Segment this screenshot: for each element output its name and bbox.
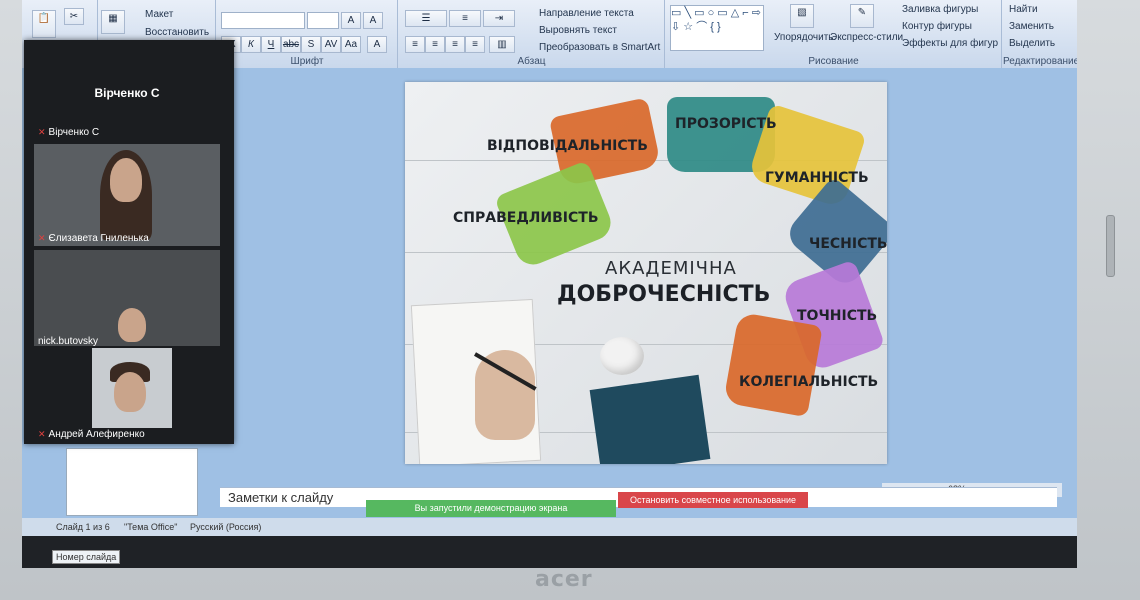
participant-name: nick.butovsky bbox=[38, 336, 99, 346]
slide-title-line2: ДОБРОЧЕСНІСТЬ bbox=[557, 282, 771, 307]
quick-styles-icon[interactable]: ✎ bbox=[850, 4, 874, 28]
slide-thumbnail[interactable] bbox=[66, 448, 198, 516]
editing-group: Найти Заменить Выделить Редактирование bbox=[1003, 0, 1077, 68]
char-spacing-button[interactable]: AV bbox=[321, 36, 341, 53]
align-text-button[interactable]: Выровнять текст bbox=[539, 25, 617, 36]
drawing-group-title: Рисование bbox=[808, 56, 859, 67]
shape-outline-button[interactable]: Контур фигуры bbox=[902, 21, 972, 32]
select-button[interactable]: Выделить bbox=[1009, 38, 1055, 49]
muted-mic-icon: ✕ bbox=[38, 233, 46, 243]
slide-canvas[interactable]: ВІДПОВІДАЛЬНІСТЬ ПРОЗОРІСТЬ ГУМАННІСТЬ Ч… bbox=[405, 82, 887, 464]
font-name-select[interactable] bbox=[221, 12, 305, 29]
smartart-button[interactable]: Преобразовать в SmartArt bbox=[539, 42, 660, 53]
new-slide-icon[interactable]: ▦ bbox=[101, 10, 125, 34]
screen-share-banner: Вы запустили демонстрацию экрана bbox=[366, 500, 616, 517]
muted-mic-icon: ✕ bbox=[38, 127, 46, 137]
muted-mic-icon: ✕ bbox=[38, 429, 46, 439]
change-case-button[interactable]: Aa bbox=[341, 36, 361, 53]
drawing-group: ▭ ╲ ▭ ○ ▭ △ ⌐ ⇨ ⇩ ☆ ⌒ { } ▧ Упорядочить … bbox=[666, 0, 1002, 68]
restore-button[interactable]: Восстановить bbox=[145, 27, 209, 38]
font-group-title: Шрифт bbox=[290, 56, 324, 67]
numbering-icon[interactable]: ≡ bbox=[449, 10, 481, 27]
cut-icon[interactable]: ✂ bbox=[64, 8, 84, 25]
laptop-screen: 📋 ✂ ▦ Макет Восстановить A A Ж К Ч abc S… bbox=[22, 0, 1077, 568]
find-button[interactable]: Найти bbox=[1009, 4, 1038, 15]
slide-counter: Слайд 1 из 6 bbox=[56, 522, 110, 532]
paragraph-group: ☰ ≡ ⇥ ≡ ≡ ≡ ≡ ▥ Направление текста Выров… bbox=[399, 0, 665, 68]
hand-image bbox=[475, 350, 535, 440]
value-label-honesty: ЧЕСНІСТЬ bbox=[809, 236, 887, 252]
participant-face bbox=[110, 158, 142, 202]
strikethrough-button[interactable]: abc bbox=[281, 36, 301, 53]
participant-tile-0[interactable]: Вірченко С ✕ Вірченко С bbox=[34, 50, 220, 140]
value-label-justice: СПРАВЕДЛИВІСТЬ bbox=[453, 210, 599, 226]
value-label-collegiality: КОЛЕГІАЛЬНІСТЬ bbox=[739, 374, 879, 390]
stop-sharing-button[interactable]: Остановить совместное использование bbox=[618, 492, 808, 508]
editing-group-title: Редактирование bbox=[1003, 56, 1077, 67]
underline-button[interactable]: Ч bbox=[261, 36, 281, 53]
shadow-button[interactable]: S bbox=[301, 36, 321, 53]
replace-button[interactable]: Заменить bbox=[1009, 21, 1054, 32]
layout-button[interactable]: Макет bbox=[145, 9, 173, 20]
participants-panel: Вірченко С ✕ Вірченко С ✕ Єлизавета Гнилен… bbox=[24, 40, 234, 444]
italic-button[interactable]: К bbox=[241, 36, 261, 53]
slide-number-tooltip: Номер слайда bbox=[52, 550, 121, 564]
shape-effects-button[interactable]: Эффекты для фигур bbox=[902, 38, 998, 49]
language-indicator[interactable]: Русский (Россия) bbox=[190, 522, 261, 532]
paper-ball-image bbox=[600, 337, 644, 375]
grow-font-icon[interactable]: A bbox=[341, 12, 361, 29]
bullets-icon[interactable]: ☰ bbox=[405, 10, 447, 27]
participant-tile-3[interactable]: ✕ Андрей Алефиренко bbox=[34, 346, 220, 442]
text-direction-button[interactable]: Направление текста bbox=[539, 8, 634, 19]
participant-name: ✕ Андрей Алефиренко bbox=[38, 429, 145, 440]
indent-icon[interactable]: ⇥ bbox=[483, 10, 515, 27]
arrange-button[interactable]: Упорядочить bbox=[774, 32, 834, 43]
petal-collegiality bbox=[723, 311, 823, 418]
laptop-led-strip bbox=[1106, 215, 1115, 277]
columns-icon[interactable]: ▥ bbox=[489, 36, 515, 53]
theme-name: "Тема Office" bbox=[124, 522, 178, 532]
participant-name: ✕ Вірченко С bbox=[38, 127, 100, 138]
value-label-transparency: ПРОЗОРІСТЬ bbox=[675, 116, 777, 132]
font-color-button[interactable]: A bbox=[367, 36, 387, 53]
slide-title-line1: АКАДЕМІЧНА bbox=[605, 258, 737, 279]
participant-tile-2[interactable]: nick.butovsky bbox=[34, 250, 220, 346]
participant-face bbox=[118, 308, 146, 342]
font-size-select[interactable] bbox=[307, 12, 339, 29]
align-left-icon[interactable]: ≡ bbox=[405, 36, 425, 53]
paste-icon[interactable]: 📋 bbox=[32, 10, 56, 38]
arrange-icon[interactable]: ▧ bbox=[790, 4, 814, 28]
shape-fill-button[interactable]: Заливка фигуры bbox=[902, 4, 978, 15]
laptop-brand-logo: acer bbox=[535, 567, 593, 592]
value-label-accuracy: ТОЧНІСТЬ bbox=[797, 308, 878, 324]
participant-name: ✕ Єлизавета Гниленька bbox=[38, 233, 149, 244]
book-image bbox=[589, 374, 711, 464]
quick-styles-button[interactable]: Экспресс-стили bbox=[830, 32, 903, 43]
align-center-icon[interactable]: ≡ bbox=[425, 36, 445, 53]
participant-video bbox=[92, 348, 172, 428]
status-bar: Слайд 1 из 6 "Тема Office" Русский (Росс… bbox=[22, 518, 1077, 536]
value-label-humanity: ГУМАННІСТЬ bbox=[765, 170, 869, 186]
shapes-gallery[interactable]: ▭ ╲ ▭ ○ ▭ △ ⌐ ⇨ ⇩ ☆ ⌒ { } bbox=[670, 5, 764, 51]
align-right-icon[interactable]: ≡ bbox=[445, 36, 465, 53]
participant-face bbox=[114, 372, 146, 412]
shrink-font-icon[interactable]: A bbox=[363, 12, 383, 29]
participant-header-name: Вірченко С bbox=[94, 86, 160, 100]
value-label-responsibility: ВІДПОВІДАЛЬНІСТЬ bbox=[487, 138, 648, 154]
participant-tile-1[interactable]: ✕ Єлизавета Гниленька bbox=[34, 144, 220, 246]
paragraph-group-title: Абзац bbox=[517, 56, 546, 67]
justify-icon[interactable]: ≡ bbox=[465, 36, 485, 53]
font-group: A A Ж К Ч abc S AV Aa A Шрифт bbox=[217, 0, 398, 68]
